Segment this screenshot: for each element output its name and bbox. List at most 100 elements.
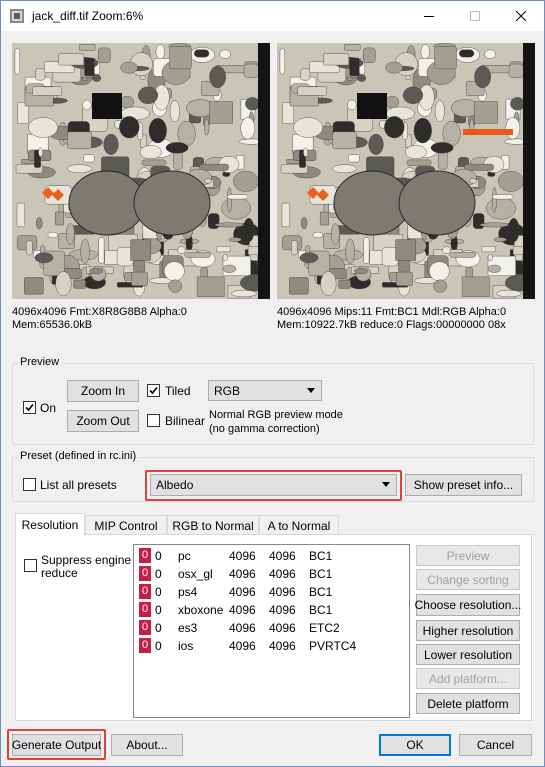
about-button[interactable]: About... [111, 734, 183, 756]
zoom-in-button[interactable]: Zoom In [67, 380, 139, 402]
preview-mode-select[interactable]: RGB [208, 380, 322, 401]
reduce-badge: 0 [139, 584, 151, 599]
platform-row[interactable]: 0 0 es3 4096 4096 ETC2 [138, 619, 408, 637]
platform-name: xboxone [178, 603, 224, 617]
tab-mip-control[interactable]: MIP Control [85, 515, 167, 535]
preview-mode-desc-line1: Normal RGB preview mode [209, 409, 343, 421]
cancel-button[interactable]: Cancel [459, 734, 532, 756]
reduce-badge: 0 [139, 602, 151, 617]
preview-on-label: On [40, 401, 57, 415]
platform-width: 4096 [229, 549, 256, 563]
platform-name: ios [178, 639, 194, 653]
preset-group-label: Preset (defined in rc.ini) [18, 450, 139, 462]
platform-list[interactable]: 0 0 pc 4096 4096 BC1 0 0 osx_gl 4096 409… [133, 544, 410, 718]
list-all-presets-checkbox[interactable] [23, 478, 36, 491]
platform-name: pc [178, 549, 191, 563]
tiled-checkbox[interactable] [147, 384, 160, 397]
platform-height: 4096 [269, 549, 296, 563]
platform-reduce: 0 [155, 567, 162, 581]
platform-height: 4096 [269, 621, 296, 635]
preview-mode-description: Normal RGB preview mode (no gamma correc… [209, 408, 343, 436]
preview-on-checkbox[interactable] [23, 401, 36, 414]
bilinear-checkbox[interactable] [147, 414, 160, 427]
lower-resolution-button[interactable]: Lower resolution [416, 644, 520, 665]
reduce-badge: 0 [139, 620, 151, 635]
platform-row[interactable]: 0 0 xboxone 4096 4096 BC1 [138, 601, 408, 619]
preview-mode-value: RGB [214, 384, 241, 398]
chevron-down-icon [307, 388, 315, 393]
platform-reduce: 0 [155, 621, 162, 635]
preset-select[interactable]: Albedo [150, 474, 397, 496]
maximize-button[interactable] [452, 1, 498, 31]
tab-rgb-to-normal[interactable]: RGB to Normal [167, 515, 259, 535]
output-texture-preview[interactable] [277, 43, 535, 299]
tab-a-to-normal[interactable]: A to Normal [259, 515, 339, 535]
resolution-tab-panel: Suppress engine reduce 0 0 pc 4096 4096 … [15, 534, 532, 721]
platform-format: BC1 [309, 549, 333, 563]
ok-button[interactable]: OK [379, 734, 451, 756]
close-icon [516, 11, 526, 21]
platform-width: 4096 [229, 585, 256, 599]
platform-height: 4096 [269, 639, 296, 653]
platform-reduce: 0 [155, 603, 162, 617]
platform-reduce: 0 [155, 549, 162, 563]
texture-dialog-window: jack_diff.tif Zoom:6% 4096x4096 Fmt:X8R8… [0, 0, 545, 767]
zoom-out-button[interactable]: Zoom Out [67, 410, 139, 432]
platform-name: es3 [178, 621, 198, 635]
reduce-badge: 0 [139, 566, 151, 581]
source-texture-preview[interactable] [12, 43, 270, 299]
checkmark-icon [25, 403, 34, 412]
platform-width: 4096 [229, 603, 256, 617]
platform-height: 4096 [269, 585, 296, 599]
tab-resolution[interactable]: Resolution [15, 513, 85, 536]
higher-resolution-button[interactable]: Higher resolution [416, 620, 520, 641]
list-all-presets-label: List all presets [40, 478, 117, 492]
add-platform-button[interactable]: Add platform... [416, 668, 520, 689]
bilinear-label: Bilinear [165, 414, 206, 428]
platform-reduce: 0 [155, 639, 162, 653]
platform-name: ps4 [178, 585, 198, 599]
suppress-engine-reduce-label: Suppress engine reduce [41, 554, 131, 580]
platform-width: 4096 [229, 639, 256, 653]
generate-output-button[interactable]: Generate Output [12, 734, 101, 756]
platform-name: osx_gl [178, 567, 213, 581]
platform-height: 4096 [269, 603, 296, 617]
chevron-down-icon [382, 482, 390, 487]
title-bar[interactable]: jack_diff.tif Zoom:6% [1, 1, 544, 31]
platform-format: BC1 [309, 567, 333, 581]
source-info-line1: 4096x4096 Fmt:X8R8G8B8 Alpha:0 [12, 306, 187, 318]
preview-button[interactable]: Preview [416, 545, 520, 566]
platform-reduce: 0 [155, 585, 162, 599]
preset-value: Albedo [156, 478, 194, 492]
show-preset-info-button[interactable]: Show preset info... [405, 474, 522, 496]
source-texture-info: 4096x4096 Fmt:X8R8G8B8 Alpha:0 Mem:65536… [12, 306, 187, 332]
output-info-line1: 4096x4096 Mips:11 Fmt:BC1 Mdl:RGB Alpha:… [277, 306, 507, 318]
platform-format: BC1 [309, 603, 333, 617]
output-info-line2: Mem:10922.7kB reduce:0 Flags:00000000 08… [277, 319, 506, 331]
platform-row[interactable]: 0 0 pc 4096 4096 BC1 [138, 547, 408, 565]
platform-row[interactable]: 0 0 ios 4096 4096 PVRTC4 [138, 637, 408, 655]
tiled-label: Tiled [165, 384, 191, 398]
checkmark-icon [149, 386, 158, 395]
preview-mode-desc-line2: (no gamma correction) [209, 423, 320, 435]
maximize-icon [470, 11, 480, 21]
change-sorting-button[interactable]: Change sorting [416, 569, 520, 590]
platform-row[interactable]: 0 0 osx_gl 4096 4096 BC1 [138, 565, 408, 583]
app-icon [9, 8, 25, 24]
suppress-engine-reduce-checkbox[interactable] [24, 559, 37, 572]
choose-resolution-button[interactable]: Choose resolution... [415, 594, 521, 616]
delete-platform-button[interactable]: Delete platform [416, 693, 520, 714]
platform-format: ETC2 [309, 621, 340, 635]
preview-group-label: Preview [18, 356, 62, 368]
platform-format: BC1 [309, 585, 333, 599]
suppress-label-line2: reduce [41, 566, 78, 580]
platform-height: 4096 [269, 567, 296, 581]
platform-width: 4096 [229, 621, 256, 635]
platform-width: 4096 [229, 567, 256, 581]
minimize-button[interactable] [406, 1, 452, 31]
close-button[interactable] [498, 1, 544, 31]
platform-row[interactable]: 0 0 ps4 4096 4096 BC1 [138, 583, 408, 601]
minimize-icon [424, 16, 434, 17]
platform-format: PVRTC4 [309, 639, 357, 653]
source-info-line2: Mem:65536.0kB [12, 319, 93, 331]
